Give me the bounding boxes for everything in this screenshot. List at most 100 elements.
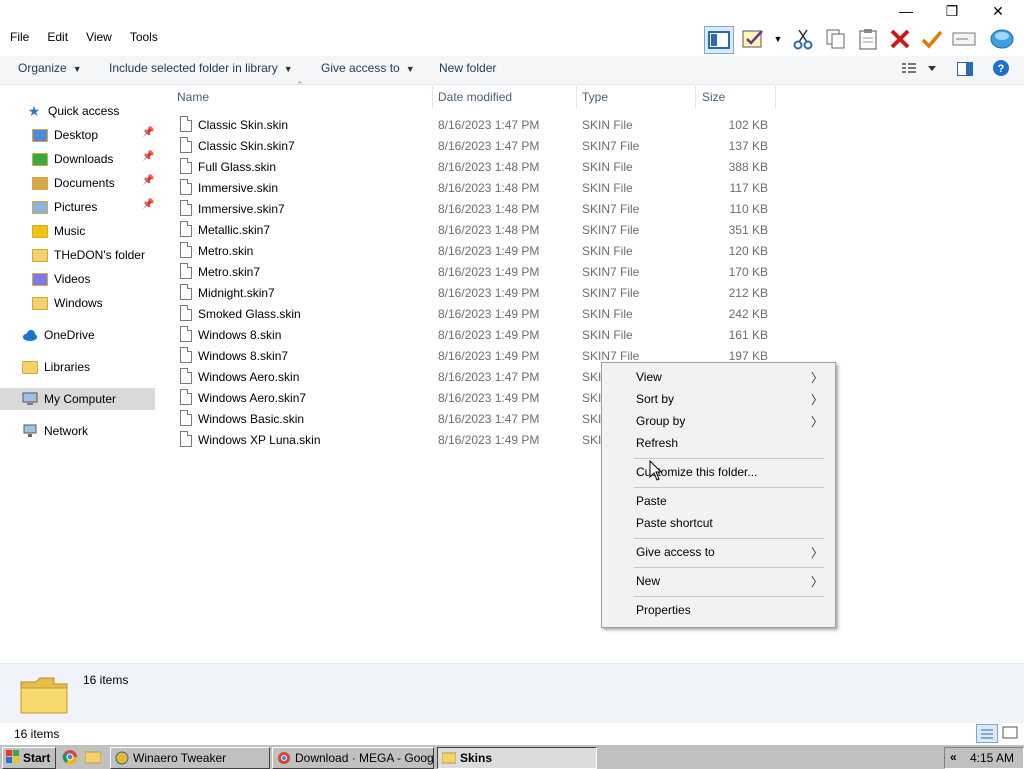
nav-item-desktop[interactable]: Desktop <box>32 124 98 146</box>
copy-icon[interactable] <box>822 26 850 52</box>
nav-item-downloads[interactable]: Downloads <box>32 148 113 170</box>
nav-network[interactable]: Network <box>22 420 88 442</box>
file-icon <box>180 158 192 174</box>
column-divider[interactable] <box>775 86 776 108</box>
nav-label: THeDON's folder <box>54 248 145 262</box>
file-row[interactable]: Smoked Glass.skin 8/16/2023 1:49 PM SKIN F… <box>176 304 776 325</box>
preview-pane-toggle-icon[interactable] <box>957 61 973 80</box>
start-button[interactable]: Start <box>2 747 56 769</box>
globe-icon[interactable] <box>988 26 1016 52</box>
folder-icon <box>32 176 48 190</box>
menu-edit[interactable]: Edit <box>37 30 76 44</box>
task-label: Skins <box>460 751 493 765</box>
file-row[interactable]: Metro.skin7 8/16/2023 1:49 PM SKIN7 File 17… <box>176 262 776 283</box>
nav-item-pictures[interactable]: Pictures <box>32 196 97 218</box>
organize-button[interactable]: Organize ▼ <box>18 61 82 75</box>
tray-expand-button[interactable]: « <box>950 750 957 764</box>
column-header-type[interactable]: Type <box>582 86 608 108</box>
ctx-properties[interactable]: Properties <box>636 601 691 619</box>
file-row[interactable]: Windows 8.skin 8/16/2023 1:49 PM SKIN File… <box>176 325 776 346</box>
taskbar-task[interactable]: Skins <box>437 747 597 769</box>
include-in-library-button[interactable]: Include selected folder in library ▼ <box>109 61 293 75</box>
task-label: Download · MEGA - Googl... <box>295 751 434 765</box>
rename-icon[interactable] <box>950 26 978 52</box>
properties-check-icon[interactable] <box>740 26 768 52</box>
file-size: 351 KB <box>728 223 768 237</box>
file-row[interactable]: Metro.skin 8/16/2023 1:49 PM SKIN File 120 … <box>176 241 776 262</box>
nav-label: Network <box>44 424 89 438</box>
cut-icon[interactable] <box>789 26 817 52</box>
restore-button[interactable]: ❐ <box>929 0 975 22</box>
explorer-quicklaunch-icon[interactable] <box>84 750 102 767</box>
file-size: 242 KB <box>728 307 768 321</box>
help-icon[interactable]: ? <box>992 59 1010 80</box>
file-type: SKIN7 File <box>582 265 640 279</box>
task-app-icon <box>277 751 291 765</box>
nav-item-thedon-s-folder[interactable]: THeDON's folder <box>32 244 145 266</box>
large-icons-view-icon[interactable] <box>1000 724 1020 741</box>
column-header-name[interactable]: Name <box>177 86 209 108</box>
file-name: Full Glass.skin <box>198 160 277 174</box>
file-name: Metro.skin <box>198 244 254 258</box>
network-icon <box>22 424 38 438</box>
menu-tools[interactable]: Tools <box>120 30 166 44</box>
nav-my-computer[interactable]: My Computer <box>0 388 155 410</box>
star-icon: ★ <box>27 102 41 119</box>
nav-item-windows[interactable]: Windows <box>32 292 103 314</box>
file-row[interactable]: Metallic.skin7 8/16/2023 1:48 PM SKIN7 Fil… <box>176 220 776 241</box>
file-row[interactable]: Midnight.skin7 8/16/2023 1:49 PM SKIN7 Fil… <box>176 283 776 304</box>
nav-item-documents[interactable]: Documents <box>32 172 115 194</box>
file-size: 120 KB <box>728 244 768 258</box>
view-options-icon[interactable] <box>901 60 941 79</box>
file-type: SKIN File <box>582 244 633 258</box>
nav-onedrive[interactable]: OneDrive <box>22 324 95 346</box>
file-date: 8/16/2023 1:49 PM <box>438 349 540 363</box>
give-access-button[interactable]: Give access to ▼ <box>321 61 415 75</box>
ctx-new[interactable]: New <box>636 572 660 590</box>
chevron-down-icon: ▼ <box>405 64 415 74</box>
column-divider[interactable] <box>695 86 696 108</box>
ctx-give-access[interactable]: Give access to <box>636 543 715 561</box>
ctx-view[interactable]: View <box>636 368 826 386</box>
paste-icon[interactable] <box>854 26 882 52</box>
nav-item-music[interactable]: Music <box>32 220 85 242</box>
column-divider[interactable] <box>432 86 433 108</box>
file-name: Classic Skin.skin <box>198 118 289 132</box>
file-icon <box>180 305 192 321</box>
clock[interactable]: 4:15 AM <box>970 751 1014 765</box>
new-folder-button[interactable]: New folder <box>439 61 496 75</box>
minimize-button[interactable]: — <box>883 0 929 22</box>
menu-view[interactable]: View <box>76 30 120 44</box>
column-divider[interactable] <box>576 86 577 108</box>
file-row[interactable]: Immersive.skin7 8/16/2023 1:48 PM SKIN7 Fi… <box>176 199 776 220</box>
file-row[interactable]: Immersive.skin 8/16/2023 1:48 PM SKIN File… <box>176 178 776 199</box>
undo-check-icon[interactable] <box>918 26 946 52</box>
file-row[interactable]: Full Glass.skin 8/16/2023 1:48 PM SKIN Fil… <box>176 157 776 178</box>
taskbar-task[interactable]: Download · MEGA - Googl... <box>272 747 434 769</box>
delete-icon[interactable] <box>886 26 914 52</box>
chrome-quicklaunch-icon[interactable] <box>62 749 78 768</box>
ctx-group-by[interactable]: Group by <box>636 412 826 430</box>
column-header-date[interactable]: Date modified <box>438 86 512 108</box>
details-pane: 16 items <box>0 663 1024 724</box>
ctx-paste[interactable]: Paste <box>636 492 667 510</box>
file-date: 8/16/2023 1:48 PM <box>438 160 540 174</box>
nav-quick-access[interactable]: ★ Quick access <box>26 100 120 122</box>
nav-libraries[interactable]: Libraries <box>22 356 90 378</box>
file-row[interactable]: Classic Skin.skin7 8/16/2023 1:47 PM SKIN7… <box>176 136 776 157</box>
column-header-size[interactable]: Size <box>702 86 725 108</box>
preview-pane-icon[interactable] <box>704 26 734 54</box>
taskbar-task[interactable]: Winaero Tweaker <box>110 747 270 769</box>
file-row[interactable]: Classic Skin.skin 8/16/2023 1:47 PM SKIN F… <box>176 115 776 136</box>
menu-file[interactable]: File <box>0 30 37 44</box>
close-button[interactable]: ✕ <box>975 0 1021 22</box>
nav-item-videos[interactable]: Videos <box>32 268 90 290</box>
ctx-refresh[interactable]: Refresh <box>636 434 678 452</box>
dropdown-icon[interactable]: ▼ <box>768 26 788 52</box>
details-view-icon[interactable] <box>976 724 998 743</box>
file-icon <box>180 221 192 237</box>
file-name: Windows Basic.skin <box>198 412 305 426</box>
ctx-paste-shortcut[interactable]: Paste shortcut <box>636 514 713 532</box>
ctx-sort-by[interactable]: Sort by <box>636 390 826 408</box>
file-date: 8/16/2023 1:49 PM <box>438 433 540 447</box>
